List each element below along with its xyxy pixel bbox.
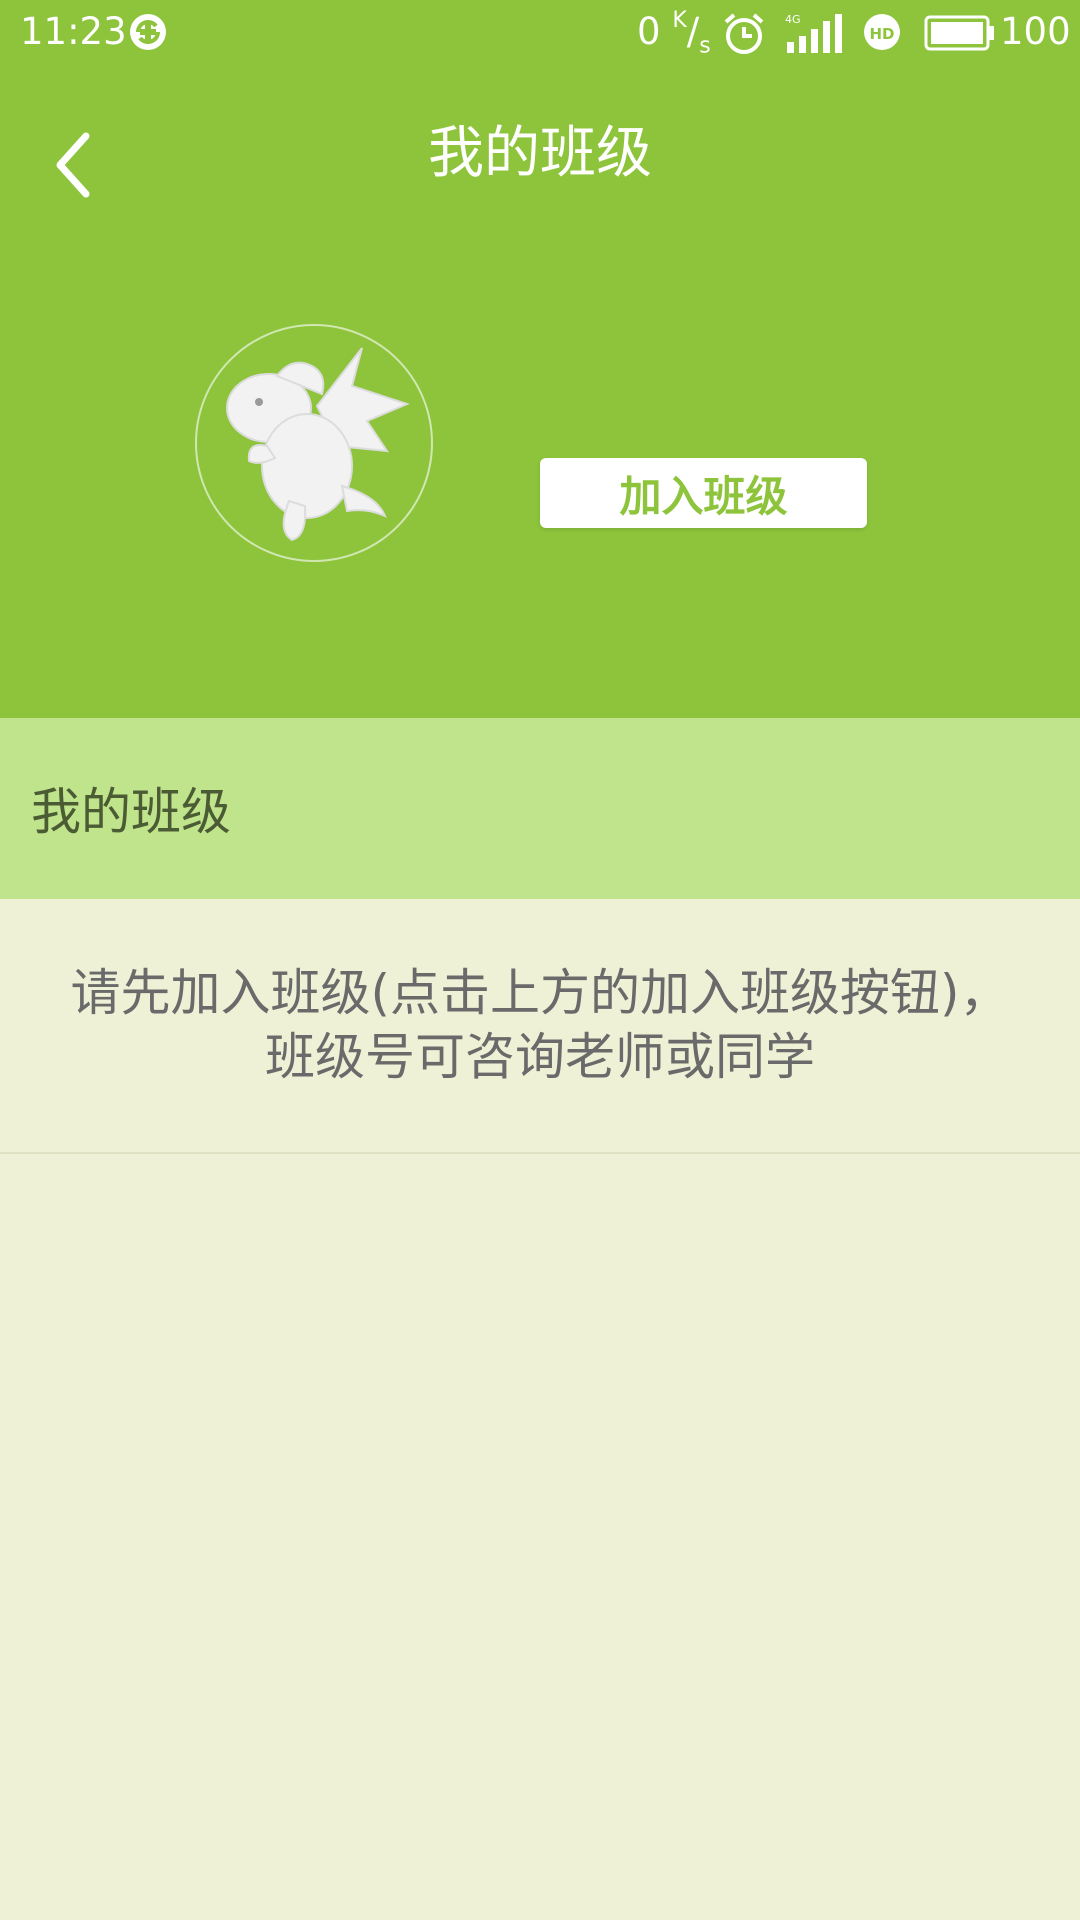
status-time: 11:23 [20,10,127,53]
my-class-section-header: 我的班级 [0,718,1080,899]
section-title: 我的班级 [31,783,231,841]
network-type-label: 4G [785,13,801,26]
empty-state-line2: 班级号可咨询老师或同学 [265,1028,815,1086]
header: 我的班级 加入班级 [0,66,1080,718]
empty-state-line1: 请先加入班级(点击上方的加入班级按钮)， [70,964,1010,1022]
status-bar: 11:23 0 K/s 4G HD 100 [0,0,1080,66]
net-speed: 0 K/s [637,7,711,59]
battery-icon [924,15,994,51]
hd-icon: HD [864,14,900,50]
page-title: 我的班级 [428,121,652,186]
battery-level: 100 [1000,10,1071,53]
dragon-icon [226,347,410,542]
join-class-button[interactable]: 加入班级 [540,458,867,528]
empty-state-message: 请先加入班级(点击上方的加入班级按钮)， 班级号可咨询老师或同学 [0,898,1080,1154]
sync-icon [130,14,166,50]
signal-icon: 4G [785,13,842,53]
alarm-icon [724,13,764,54]
avatar[interactable] [195,324,433,562]
svg-text:HD: HD [869,25,894,43]
